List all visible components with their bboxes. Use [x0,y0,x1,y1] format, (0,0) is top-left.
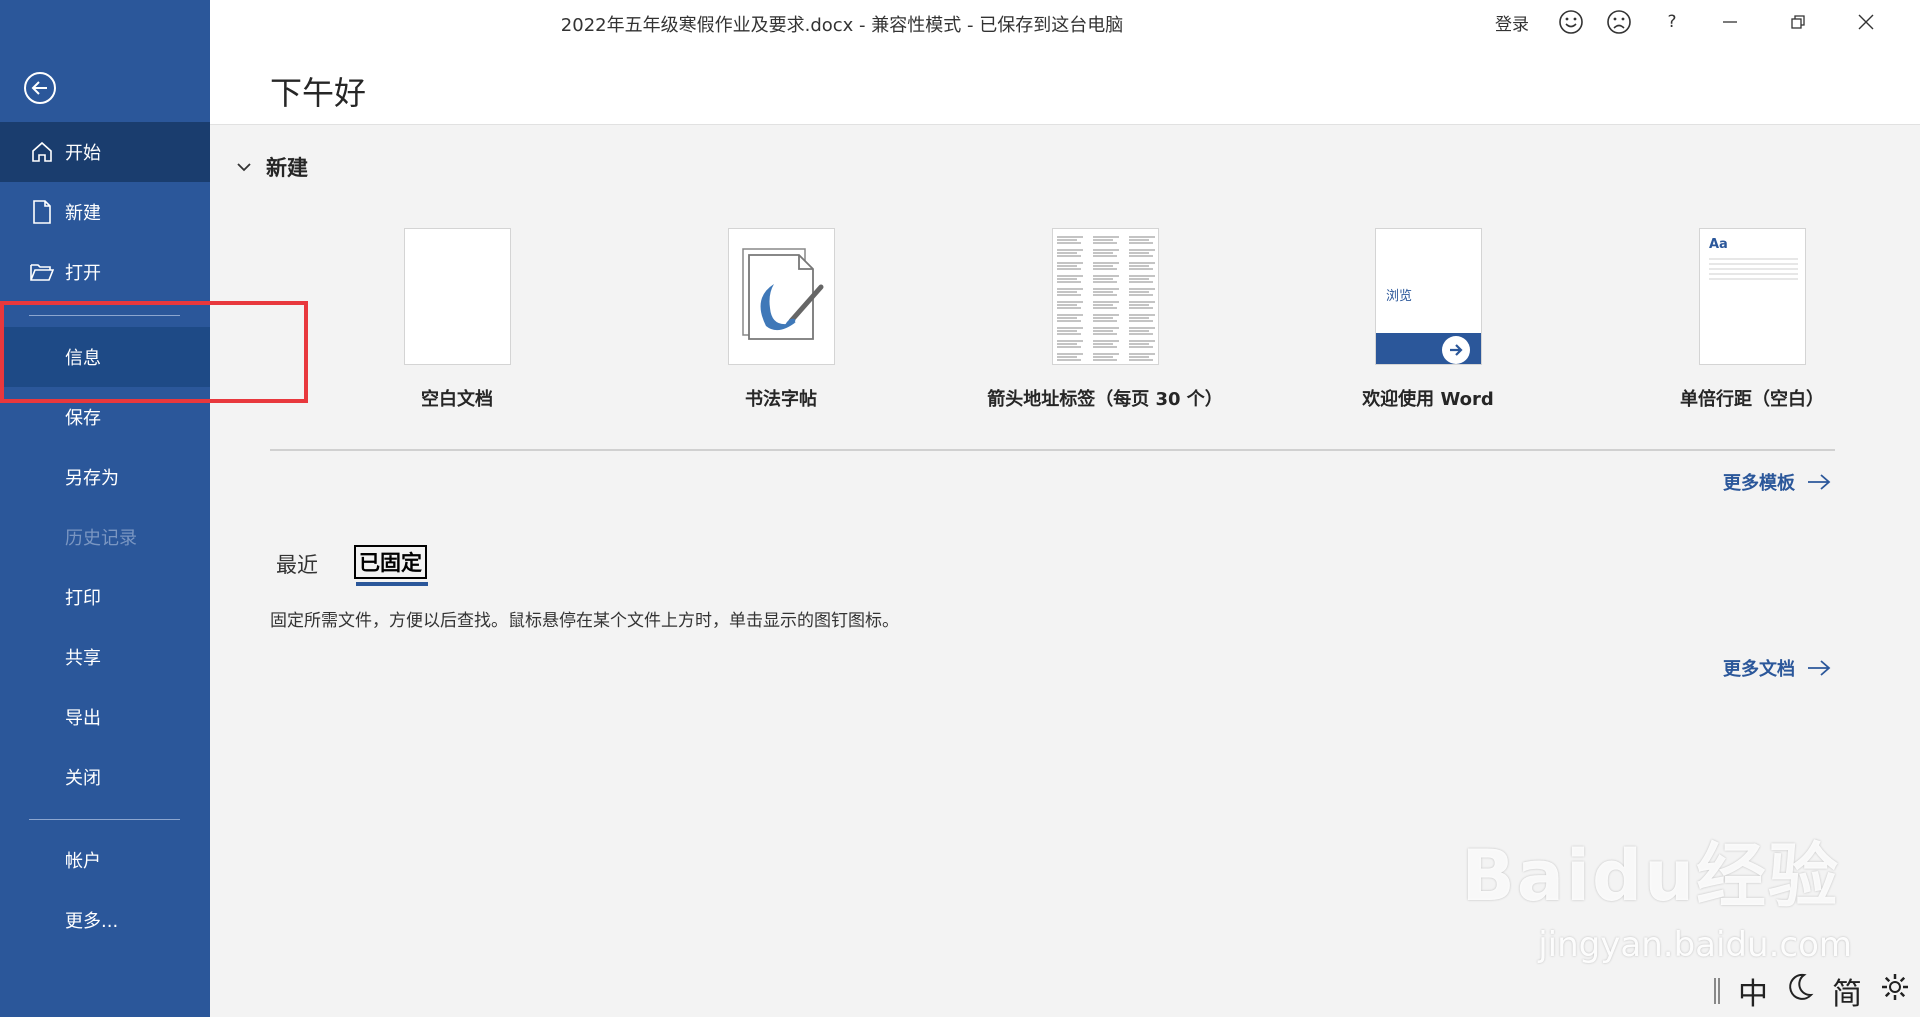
nav-account[interactable]: 帐户 [0,830,210,890]
restore-icon [1791,15,1805,29]
nav-close-label: 关闭 [65,768,101,789]
nav-save-as[interactable]: 另存为 [0,447,210,507]
title-bar: 2022年五年级寒假作业及要求.docx - 兼容性模式 - 已保存到这台电脑 … [210,0,1920,44]
template-label: 空白文档 [421,389,493,410]
template-thumb-text: 浏览 [1386,289,1413,304]
more-documents-label: 更多文档 [1723,659,1795,680]
sign-in-button[interactable]: 登录 [1487,8,1537,36]
minimize-icon [1723,21,1737,23]
folder-open-icon [30,260,54,284]
watermark-brand: Bai [1461,835,1593,917]
back-arrow-icon [31,81,47,95]
restore-button[interactable] [1778,8,1818,36]
nav-close[interactable]: 关闭 [0,747,210,807]
nav-open-label: 打开 [65,263,101,284]
nav-history: 历史记录 [0,507,210,567]
back-button[interactable] [24,72,56,104]
template-thumbnail [728,228,835,365]
nav-save-label: 保存 [65,408,101,429]
tab-active-indicator [356,582,428,586]
template-single-spaced[interactable]: Aa 单倍行距（空白） [1622,228,1882,418]
nav-open[interactable]: 打开 [0,242,210,302]
nav-home-label: 开始 [65,143,101,164]
nav-save-as-label: 另存为 [65,468,119,489]
template-thumbnail: Aa [1699,228,1806,365]
watermark-cn: 经验 [1696,835,1840,917]
template-thumbnail [404,228,511,365]
close-icon [1858,14,1874,30]
arrow-right-icon [1808,474,1831,490]
section-separator [270,449,1835,451]
nav-more[interactable]: 更多... [0,890,210,950]
nav-print[interactable]: 打印 [0,567,210,627]
new-document-icon [30,200,54,224]
template-welcome-word[interactable]: 浏览 欢迎使用 Word [1298,228,1558,418]
template-label: 单倍行距（空白） [1680,389,1824,410]
text-lines-icon [1709,258,1798,280]
template-label: 书法字帖 [745,389,817,410]
template-calligraphy[interactable]: 书法字帖 [651,228,911,418]
watermark-url: jingyan.baidu.com [1538,925,1852,965]
backstage-sidebar: 开始 新建 打开 信息 保存 另存为 历史记录 打印 共享 导出 关闭 帐户 更… [0,0,210,1017]
nav-save[interactable]: 保存 [0,387,210,447]
template-label: 箭头地址标签（每页 30 个） [987,389,1223,410]
tab-pinned[interactable]: 已固定 [354,545,427,579]
new-section-toggle[interactable]: 新建 [236,152,308,182]
nav-home[interactable]: 开始 [0,122,210,182]
nav-account-label: 帐户 [65,851,101,872]
home-icon [30,140,54,164]
greeting-text: 下午好 [270,74,367,112]
sidebar-divider [29,819,180,820]
nav-export[interactable]: 导出 [0,687,210,747]
chevron-down-icon [237,163,251,172]
new-section-heading: 新建 [266,156,308,180]
template-thumb-text: Aa [1709,237,1728,252]
template-label: 欢迎使用 Word [1362,389,1494,410]
watermark-brand-tail: du [1592,835,1696,917]
nav-more-label: 更多... [65,911,119,932]
frown-feedback-icon[interactable] [1604,8,1634,36]
arrow-right-icon [1808,660,1831,676]
nav-print-label: 打印 [65,588,101,609]
close-window-button[interactable] [1846,8,1886,36]
nav-history-label: 历史记录 [65,528,137,549]
nav-info-label: 信息 [65,348,101,369]
ime-script-toggle[interactable]: 简 [1832,969,1862,1013]
template-thumbnail: 浏览 [1375,228,1482,365]
moon-icon[interactable] [1786,972,1814,1010]
more-documents-link[interactable]: 更多文档 [1723,655,1831,681]
ime-toolbar: 中 简 [1714,969,1910,1013]
more-templates-link[interactable]: 更多模板 [1723,469,1831,495]
greeting-header: 下午好 [210,44,1920,125]
ime-handle[interactable] [1714,978,1720,1004]
smile-feedback-icon[interactable] [1556,8,1586,36]
nav-share[interactable]: 共享 [0,627,210,687]
minimize-button[interactable] [1710,8,1750,36]
template-address-labels[interactable]: 箭头地址标签（每页 30 个） [975,228,1235,418]
label-grid-icon [1057,236,1155,361]
more-templates-label: 更多模板 [1723,473,1795,494]
template-blank-document[interactable]: 空白文档 [327,228,587,418]
ime-mode-toggle[interactable]: 中 [1738,969,1768,1013]
sidebar-divider [29,315,180,316]
nav-share-label: 共享 [65,648,101,669]
tab-recent[interactable]: 最近 [276,549,318,579]
calligraphy-brush-icon [742,248,824,340]
gear-icon[interactable] [1880,972,1910,1010]
arrow-right-icon [1442,336,1470,364]
pinned-hint-text: 固定所需文件，方便以后查找。鼠标悬停在某个文件上方时，单击显示的图钉图标。 [270,611,899,631]
template-thumbnail [1052,228,1159,365]
nav-info[interactable]: 信息 [0,327,210,387]
nav-export-label: 导出 [65,708,101,729]
help-button[interactable]: ? [1657,8,1687,36]
nav-new-label: 新建 [65,203,101,224]
nav-new[interactable]: 新建 [0,182,210,242]
document-title: 2022年五年级寒假作业及要求.docx - 兼容性模式 - 已保存到这台电脑 [560,15,1124,36]
baidu-watermark: Baidu经验 [1461,820,1840,921]
